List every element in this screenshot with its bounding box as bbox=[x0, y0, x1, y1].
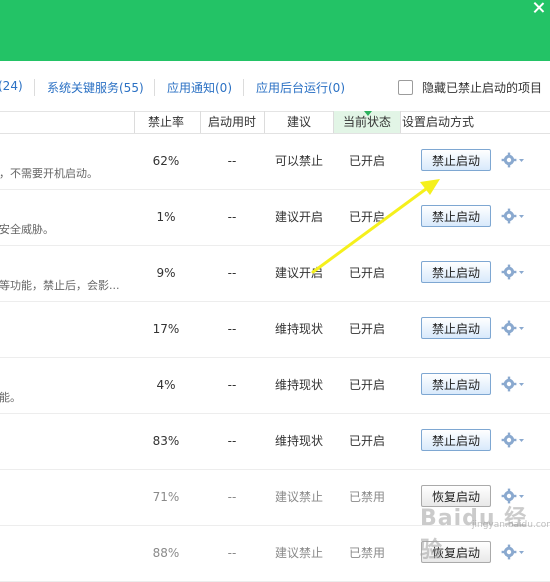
header-banner bbox=[0, 0, 550, 61]
close-icon[interactable] bbox=[528, 0, 550, 18]
tab-divider bbox=[34, 79, 35, 96]
disable-startup-button[interactable]: 禁止启动 bbox=[421, 373, 491, 395]
disable-startup-button[interactable]: 禁止启动 bbox=[421, 205, 491, 227]
tab-startup-items[interactable]: (24) bbox=[0, 79, 23, 93]
row-startup-time: -- bbox=[227, 378, 237, 392]
column-suggestion[interactable]: 建议 bbox=[266, 111, 332, 133]
row-startup-time: -- bbox=[227, 322, 237, 336]
disable-startup-button[interactable]: 禁止启动 bbox=[421, 429, 491, 451]
column-divider bbox=[200, 111, 201, 133]
tab-app-notifications[interactable]: 应用通知(0) bbox=[167, 79, 232, 96]
watermark-subtitle: jingyan.baidu.com bbox=[472, 520, 550, 530]
row-current-state: 已开启 bbox=[348, 434, 385, 448]
row-current-state: 已开启 bbox=[348, 378, 385, 392]
row-suggestion: 建议开启 bbox=[274, 210, 323, 224]
hide-disabled-label[interactable]: 隐藏已禁止启动的项目 bbox=[422, 79, 542, 96]
column-time[interactable]: 启动用时 bbox=[202, 111, 262, 133]
row-description: 安全威胁。 bbox=[0, 223, 54, 236]
row-suggestion: 维持现状 bbox=[274, 434, 323, 448]
table-row[interactable]: 等功能，禁止后，会影... 9% -- 建议开启 已开启 禁止启动 bbox=[0, 245, 550, 302]
settings-gear-icon[interactable] bbox=[501, 374, 525, 394]
row-suggestion: 建议禁止 bbox=[274, 490, 323, 504]
table-row[interactable]: 17% -- 维持现状 已开启 禁止启动 bbox=[0, 301, 550, 358]
disable-startup-button[interactable]: 禁止启动 bbox=[421, 261, 491, 283]
tab-background-apps[interactable]: 应用后台运行(0) bbox=[256, 79, 345, 96]
row-current-state: 已开启 bbox=[348, 322, 385, 336]
settings-gear-icon[interactable] bbox=[501, 430, 525, 450]
row-description: ，不需要开机启动。 bbox=[0, 167, 98, 180]
tab-divider bbox=[154, 79, 155, 96]
disable-startup-button[interactable]: 禁止启动 bbox=[421, 149, 491, 171]
row-description: 等功能，禁止后，会影... bbox=[0, 279, 120, 292]
row-disable-rate: 83% bbox=[152, 434, 180, 448]
table-row[interactable]: 能。 4% -- 维持现状 已开启 禁止启动 bbox=[0, 357, 550, 414]
row-disable-rate: 88% bbox=[152, 546, 180, 560]
table-header: 禁止率 启动用时 建议 当前状态 设置启动方式 bbox=[0, 111, 550, 134]
row-disable-rate: 71% bbox=[152, 490, 180, 504]
row-suggestion: 维持现状 bbox=[274, 378, 323, 392]
row-disable-rate: 62% bbox=[152, 154, 180, 168]
column-action: 设置启动方式 bbox=[402, 115, 475, 129]
row-startup-time: -- bbox=[227, 434, 237, 448]
table-row[interactable]: ，不需要开机启动。 62% -- 可以禁止 已开启 禁止启动 bbox=[0, 133, 550, 190]
column-rate[interactable]: 禁止率 bbox=[136, 111, 196, 133]
row-current-state: 已开启 bbox=[348, 266, 385, 280]
tab-divider bbox=[243, 79, 244, 96]
settings-gear-icon[interactable] bbox=[501, 262, 525, 282]
row-suggestion: 建议开启 bbox=[274, 266, 323, 280]
row-current-state: 已开启 bbox=[348, 154, 385, 168]
row-startup-time: -- bbox=[227, 210, 237, 224]
row-disable-rate: 4% bbox=[156, 378, 176, 392]
row-current-state: 已开启 bbox=[348, 210, 385, 224]
row-startup-time: -- bbox=[227, 490, 237, 504]
column-divider bbox=[264, 111, 265, 133]
table-row[interactable]: 安全威胁。 1% -- 建议开启 已开启 禁止启动 bbox=[0, 189, 550, 246]
settings-gear-icon[interactable] bbox=[501, 542, 525, 562]
disable-startup-button[interactable]: 禁止启动 bbox=[421, 317, 491, 339]
row-current-state: 已禁用 bbox=[348, 546, 385, 560]
row-disable-rate: 17% bbox=[152, 322, 180, 336]
row-startup-time: -- bbox=[227, 266, 237, 280]
settings-gear-icon[interactable] bbox=[501, 318, 525, 338]
row-current-state: 已禁用 bbox=[348, 490, 385, 504]
row-startup-time: -- bbox=[227, 546, 237, 560]
row-suggestion: 建议禁止 bbox=[274, 546, 323, 560]
sort-indicator-icon bbox=[364, 111, 372, 116]
hide-disabled-checkbox[interactable] bbox=[398, 80, 413, 95]
settings-gear-icon[interactable] bbox=[501, 206, 525, 226]
column-divider bbox=[134, 111, 135, 133]
row-startup-time: -- bbox=[227, 154, 237, 168]
tab-system-services[interactable]: 系统关键服务(55) bbox=[47, 79, 144, 96]
row-disable-rate: 9% bbox=[156, 266, 176, 280]
settings-gear-icon[interactable] bbox=[501, 150, 525, 170]
row-suggestion: 可以禁止 bbox=[274, 154, 323, 168]
table-row[interactable]: 83% -- 维持现状 已开启 禁止启动 bbox=[0, 413, 550, 470]
row-suggestion: 维持现状 bbox=[274, 322, 323, 336]
row-disable-rate: 1% bbox=[156, 210, 176, 224]
row-description: 能。 bbox=[0, 391, 21, 404]
column-divider bbox=[400, 111, 401, 133]
